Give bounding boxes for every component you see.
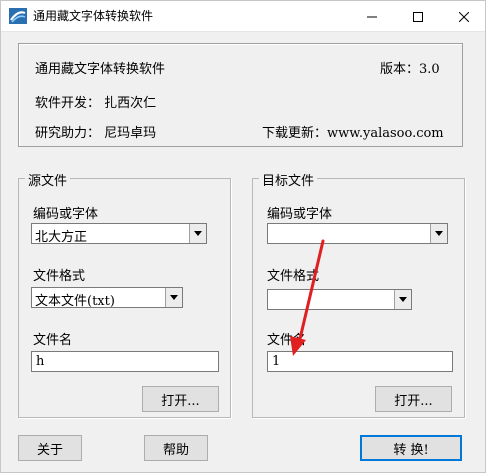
target-group-title: 目标文件 bbox=[259, 170, 318, 189]
developer-label: 软件开发： 扎西次仁 bbox=[35, 96, 157, 111]
source-format-value: 文本文件(txt) bbox=[35, 294, 115, 309]
source-format-select[interactable]: 文本文件(txt) bbox=[31, 287, 183, 309]
chevron-down-icon[interactable] bbox=[394, 290, 411, 309]
source-encoding-value: 北大方正 bbox=[35, 230, 88, 245]
about-button[interactable]: 关于 bbox=[18, 435, 82, 461]
source-encoding-select[interactable]: 北大方正 bbox=[31, 223, 207, 245]
help-button[interactable]: 帮助 bbox=[144, 435, 208, 461]
target-filename-input[interactable]: 1 bbox=[267, 351, 453, 372]
assistant-label: 研究助力： 尼玛卓玛 bbox=[35, 126, 157, 141]
chevron-down-icon[interactable] bbox=[430, 224, 447, 243]
source-file-group: 源文件 编码或字体 北大方正 文件格式 文本文件(txt) 文件名 h 打开..… bbox=[18, 170, 231, 418]
source-filename-input[interactable]: h bbox=[31, 351, 219, 372]
source-format-label: 文件格式 bbox=[33, 269, 86, 284]
maximize-icon bbox=[413, 7, 423, 26]
source-encoding-label: 编码或字体 bbox=[33, 207, 99, 222]
app-window: 通用藏文字体转换软件 通用藏文字体转换软件 版本：3.0 软件开发： 扎西次仁 … bbox=[0, 0, 486, 473]
close-button[interactable] bbox=[441, 1, 485, 31]
target-file-group: 目标文件 编码或字体 文件格式 文件名 1 打开... bbox=[252, 170, 465, 418]
target-format-select[interactable] bbox=[267, 289, 412, 310]
source-open-button[interactable]: 打开... bbox=[142, 386, 219, 412]
convert-button[interactable]: 转 换! bbox=[360, 435, 462, 461]
target-open-button[interactable]: 打开... bbox=[375, 386, 452, 412]
close-icon bbox=[458, 7, 470, 26]
target-format-label: 文件格式 bbox=[267, 269, 320, 284]
target-filename-label: 文件名 bbox=[267, 333, 307, 348]
minimize-button[interactable] bbox=[349, 1, 395, 31]
app-name-label: 通用藏文字体转换软件 bbox=[35, 62, 166, 77]
title-bar: 通用藏文字体转换软件 bbox=[1, 1, 485, 32]
maximize-button[interactable] bbox=[395, 1, 441, 31]
chevron-down-icon[interactable] bbox=[189, 224, 206, 243]
window-title: 通用藏文字体转换软件 bbox=[33, 9, 154, 23]
source-filename-label: 文件名 bbox=[33, 333, 73, 348]
target-filename-value: 1 bbox=[272, 354, 281, 369]
version-label: 版本：3.0 bbox=[380, 62, 440, 77]
download-label: 下载更新：www.yalasoo.com bbox=[262, 126, 444, 141]
source-filename-value: h bbox=[36, 354, 45, 369]
app-logo-icon bbox=[9, 8, 27, 24]
target-encoding-label: 编码或字体 bbox=[267, 207, 333, 222]
target-encoding-select[interactable] bbox=[267, 223, 448, 244]
minimize-icon bbox=[367, 7, 377, 26]
chevron-down-icon[interactable] bbox=[165, 288, 182, 307]
source-group-title: 源文件 bbox=[25, 170, 71, 189]
info-panel: 通用藏文字体转换软件 版本：3.0 软件开发： 扎西次仁 研究助力： 尼玛卓玛 … bbox=[18, 43, 463, 147]
